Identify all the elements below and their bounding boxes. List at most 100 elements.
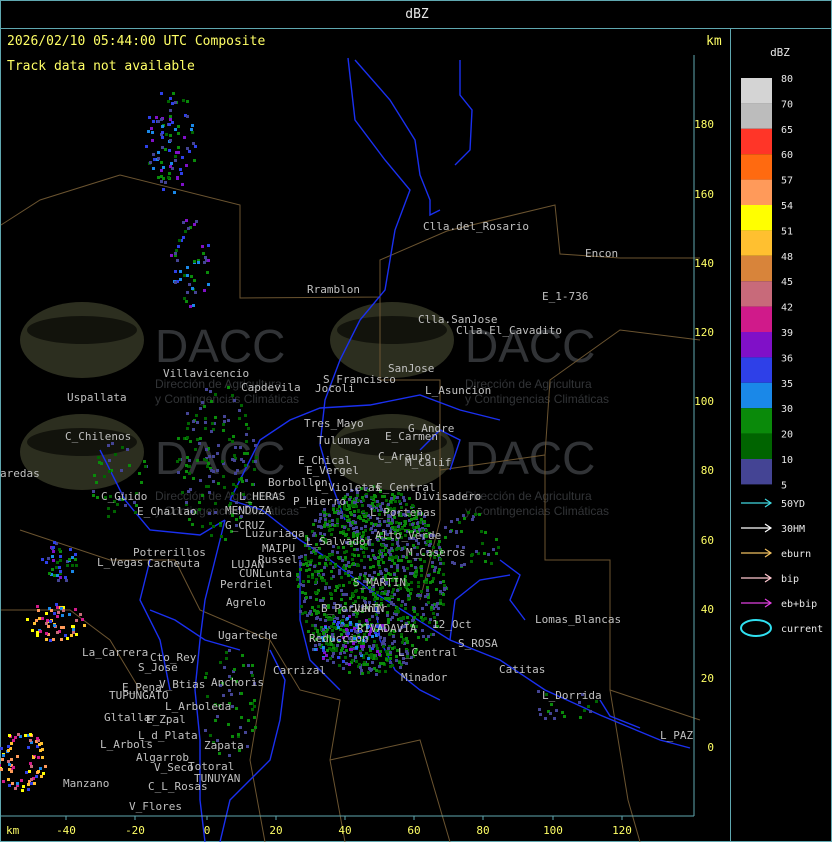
current-ring-icon [740,619,772,637]
place-label: MENDOZA [225,504,272,517]
legend-title: dBZ [770,46,790,59]
track-label: 30HM [781,524,805,535]
place-label: Capdevila [241,381,301,394]
svg-text:y Contingencias Climáticas: y Contingencias Climáticas [465,504,609,518]
legend-swatch [741,332,772,358]
place-label: Zapata [204,739,244,752]
place-label: Catitas [499,663,545,676]
legend-bin-label: 70 [781,99,793,110]
place-label: Perdriel [220,578,273,591]
legend-bin-label: 10 [781,455,793,466]
x-tick-label: -40 [56,824,76,837]
legend-swatch [741,408,772,434]
y-tick-label: 40 [701,603,714,616]
place-label: S_ROSA [458,637,498,650]
place-label: Cacheuta [147,557,200,570]
legend-bin-label: 48 [781,252,793,263]
place-label: L_Asuncion [425,384,491,397]
legend-swatch [741,103,772,129]
legend-bin-label: 45 [781,277,793,288]
legend-bin-label: 80 [781,74,793,85]
place-label: E_Zpal [146,713,186,726]
place-label: Clla.del_Rosario [423,220,529,233]
x-unit-label: km [6,824,20,837]
legend-bin-label: 39 [781,328,793,339]
place-label: E_1-736 [542,290,588,303]
legend-swatch [741,382,772,409]
legend-swatch [741,78,772,104]
place-label: TUPUNGATO [109,689,169,702]
legend-bin-label: 54 [781,201,793,212]
legend-swatch [741,205,772,231]
dbz-legend: dBZ 80 70 65 60 57 54 51 48 45 42 39 36 35 30 20 10 5 50… [740,46,823,637]
svg-text:DACC: DACC [465,432,595,484]
legend-swatch [741,230,772,256]
place-label: C_Chilenos [65,430,131,443]
legend-bin-label: 60 [781,150,793,161]
place-label: aredas [0,467,40,480]
place-label: Rramblon [307,283,360,296]
current-label: current [781,624,823,635]
place-label: L_Salvador [306,535,373,548]
y-tick-label: 20 [701,672,714,685]
x-tick-label: 120 [612,824,632,837]
place-label: Luzuriaga [245,527,305,540]
place-label: E_Challao [137,505,197,518]
place-label: La_Carrera [82,646,148,659]
legend-swatch [741,128,772,155]
place-label: Clla.El_Cavadito [456,324,562,337]
place-label: Villavicencio [163,367,249,380]
place-label: Lomas_Blancas [535,613,621,626]
place-label: C_L_Rosas [148,780,208,793]
legend-swatch [741,281,772,307]
place-label: P_Hierro [293,495,346,508]
legend-bin-label: 57 [781,176,793,187]
place-label: Manzano [63,777,109,790]
svg-text:DACC: DACC [155,432,285,484]
x-tick-label: 100 [543,824,563,837]
place-label: Tres_Mayo [304,417,364,430]
place-label: L_Central [398,646,458,659]
place-label: Encon [585,247,618,260]
x-tick-label: 60 [407,824,420,837]
place-label: L_PAZ [660,729,693,742]
legend-swatch [741,357,772,383]
legend-swatch [741,179,772,205]
place-label: M_Caseros [406,546,466,559]
place-label: L_Vegas [97,556,143,569]
legend-swatch [741,306,772,332]
place-label: Carrizal [273,664,326,677]
place-label: Ugarteche [218,629,278,642]
track-label: eb+bip [781,599,817,610]
x-tick-label: 20 [269,824,282,837]
legend-bin-label: 42 [781,303,793,314]
y-tick-label: 160 [694,188,714,201]
place-label: L_Arboleda [165,700,231,713]
legend-bin-label: 36 [781,353,793,364]
place-label: Minador [401,671,448,684]
window-title: dBZ [405,7,429,22]
y-tick-label: 80 [701,464,714,477]
svg-text:y Contingencias Climáticas: y Contingencias Climáticas [155,392,299,406]
place-label: Jocoli [315,382,355,395]
y-tick-label: 0 [707,741,714,754]
place-label: S_Jose [138,661,178,674]
radar-map[interactable]: DACCDirección de Agriculturay Contingenc… [0,28,730,842]
svg-text:DACC: DACC [155,320,285,372]
place-label: 12_Oct [432,618,472,631]
y-tick-label: 120 [694,326,714,339]
place-label: M_Calif [405,456,451,469]
legend-swatch [741,459,772,485]
place-label: Alto_Verde [375,529,441,542]
legend-bin-label: 30 [781,404,793,415]
place-label: L_Arbols [100,738,153,751]
place-label: JUNIN [351,602,384,615]
x-tick-label: 40 [338,824,351,837]
x-tick-label: 0 [204,824,211,837]
track-label: eburn [781,549,811,560]
legend-bin-label: 20 [781,430,793,441]
place-label: Uspallata [67,391,127,404]
place-label: C_Guido [101,490,147,503]
place-label: Divisadero [415,490,481,503]
x-tick-label: -20 [125,824,145,837]
